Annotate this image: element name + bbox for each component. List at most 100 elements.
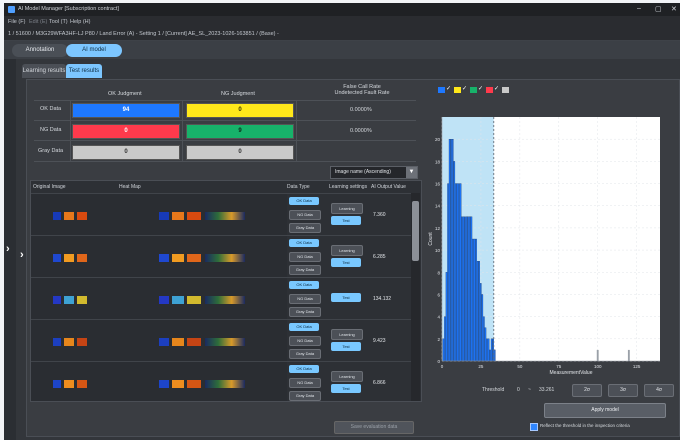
minimize-button[interactable]: – [637,5,641,12]
x-tick-label: 25 [478,364,484,369]
test-toggle-button[interactable]: Test [331,216,361,225]
table-row[interactable]: OK Data NG Data Gray Data Learning Test 9.423 [31,319,411,362]
data-type-ng-button[interactable]: NG Data [289,210,321,220]
data-type-ng-button[interactable]: NG Data [289,378,321,388]
tab-ai-model[interactable]: AI model [66,44,122,57]
data-type-gray-button[interactable]: Gray Data [289,307,321,317]
apply-model-button[interactable]: Apply model [544,403,666,418]
ok-histogram-bar [451,139,454,362]
legend-check-icon[interactable]: ✓ [494,85,499,92]
ng-data-row-label: NG Data [40,127,62,133]
title-bar: AI Model Manager [Subscription contract]… [4,3,680,16]
menu-tool[interactable]: Tool (T) [49,19,68,25]
ok-histogram-bar [447,183,449,362]
learning-toggle-button[interactable]: Learning [331,203,363,214]
data-type-gray-button[interactable]: Gray Data [289,391,321,401]
sort-dropdown[interactable]: Image name (Ascending) ▼ [330,166,418,179]
ok-judgment-header: OK Judgment [108,91,142,97]
original-image [31,320,117,362]
table-row[interactable]: OK Data NG Data Gray Data Learning Test 6.285 [31,235,411,278]
breadcrumb: 1 / 51600 / M3G29WFA3HF-LJ P80 / Land Er… [4,28,680,41]
learning-toggle-button[interactable]: Learning [331,329,363,340]
data-type-gray-button[interactable]: Gray Data [289,349,321,359]
reflect-threshold-checkbox[interactable] [530,423,538,431]
maximize-button[interactable]: ▢ [655,5,662,13]
image-blob [64,338,74,346]
close-button[interactable]: ✕ [671,5,677,13]
image-blob [64,296,74,304]
table-row[interactable]: OK Data NG Data Gray Data Learning Test 6.866 [31,361,411,401]
sigma-2-button[interactable]: 2σ [572,384,602,397]
learning-toggle-button[interactable]: Learning [331,371,363,382]
table-divider [34,140,416,141]
x-tick-label: 50 [517,364,523,369]
menu-edit[interactable]: Edit (E) [29,19,47,25]
data-type-ok-button[interactable]: OK Data [289,323,319,331]
data-type-ng-button[interactable]: NG Data [289,294,321,304]
y-tick-label: 18 [435,159,441,164]
legend-check-icon[interactable]: ✓ [478,85,483,92]
menu-help[interactable]: Help (H) [70,19,90,25]
image-blob [53,212,61,220]
data-type-gray-button[interactable]: Gray Data [289,223,321,233]
heat-map-blob [159,254,169,262]
data-type-gray-button[interactable]: Gray Data [289,265,321,275]
heat-map-blob [159,296,169,304]
table-row[interactable]: OK Data NG Data Gray Data Test 134.132 [31,277,411,320]
ai-output-header: AI Output Value [371,184,406,190]
learning-toggle-button[interactable]: Learning [331,245,363,256]
ok-histogram-bar [478,261,480,362]
threshold-min: 0 [517,387,520,393]
legend-check-icon[interactable]: ✓ [462,85,467,92]
data-type-ok-button[interactable]: OK Data [289,365,319,373]
table-row[interactable]: OK Data NG Data Gray Data Learning Test 7.360 [31,193,411,236]
legend-check-icon[interactable]: ✓ [446,85,451,92]
table-divider [70,100,71,161]
heat-map-overlay [205,212,245,220]
gray-data-row-label: Gray Data [38,148,64,154]
y-tick-label: 16 [435,182,441,187]
heat-map-overlay [205,254,245,262]
data-type-header: Data Type [287,184,310,190]
image-blob [64,212,74,220]
legend-ng-ng-swatch [470,87,477,93]
undetected-fault-rate-value: 0.0000% [350,128,372,134]
test-toggle-button[interactable]: Test [331,293,361,302]
table-divider [182,100,183,161]
threshold-max: 33.261 [539,387,555,393]
heat-map-blob [172,338,184,346]
data-type-ng-button[interactable]: NG Data [289,252,321,262]
data-type-ok-button[interactable]: OK Data [289,197,319,205]
sigma-4-button[interactable]: 4σ [644,384,674,397]
list-scrollbar[interactable] [411,193,420,401]
sigma-3-button[interactable]: 3σ [608,384,638,397]
expand-list-icon[interactable]: › [20,249,24,261]
y-tick-label: 4 [437,315,440,320]
data-type-ok-button[interactable]: OK Data [289,281,319,289]
save-evaluation-button[interactable]: Save evaluation data [334,421,414,434]
data-type-ng-button[interactable]: NG Data [289,336,321,346]
tab-test-results[interactable]: Test results [66,64,102,78]
false-call-rate-value: 0.0000% [350,107,372,113]
x-axis-label: MeasurementValue [550,370,593,376]
expand-left-icon[interactable]: › [6,243,10,255]
heat-map-blob [172,212,184,220]
y-tick-label: 14 [435,204,441,209]
test-toggle-button[interactable]: Test [331,384,361,393]
tab-annotation[interactable]: Annotation [12,44,68,57]
test-toggle-button[interactable]: Test [331,342,361,351]
menu-file[interactable]: File (F) [8,19,25,25]
heat-map-blob [159,212,169,220]
ok-histogram-bar [464,216,466,362]
scrollbar-thumb[interactable] [412,201,419,261]
data-type-ok-button[interactable]: OK Data [289,239,319,247]
legend-gray-swatch [502,87,509,93]
chevron-down-icon[interactable]: ▼ [406,167,417,178]
sort-dropdown-value: Image name (Ascending) [335,169,391,175]
heat-map-header: Heat Map [119,184,141,190]
breadcrumb-path: 1 / 51600 / M3G29WFA3HF-LJ P80 / Land Er… [8,31,279,37]
ok-histogram-bar [442,338,445,362]
test-toggle-button[interactable]: Test [331,258,361,267]
tab-learning-results[interactable]: Learning results [22,64,66,78]
ok-histogram-bar [494,349,496,362]
